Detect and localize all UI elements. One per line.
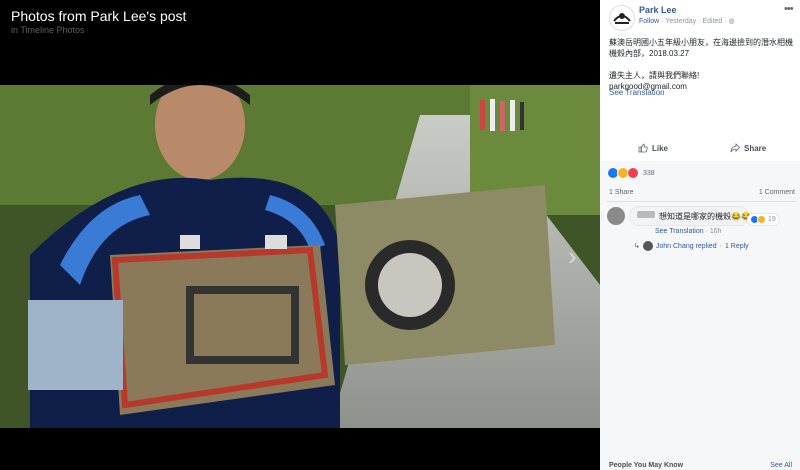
photo-illustration (0, 85, 600, 428)
share-label: Share (744, 143, 767, 153)
more-options-icon[interactable]: ••• (784, 3, 794, 15)
thumbs-up-icon (638, 143, 648, 153)
commenter-avatar[interactable] (607, 207, 625, 225)
share-icon (730, 143, 740, 153)
edited-label[interactable]: Edited (702, 18, 722, 25)
logo-icon (613, 13, 631, 24)
love-reaction-icon (627, 167, 639, 179)
post-meta: Follow · Yesterday · Edited · ◍ (639, 17, 735, 25)
chevron-right-icon[interactable]: › (568, 243, 577, 269)
replies-link[interactable]: ↳ John Chang replied · 1 Reply (634, 241, 749, 251)
post-text: 蘇澳岳明國小五年級小朋友，在海邊撿到的潛水相機機殼內部，2018.03.27 遺… (609, 38, 793, 91)
reply-author-text: John Chang replied (655, 242, 717, 250)
haha-reaction-icon (757, 215, 766, 224)
comment-meta: See Translation · 16h (655, 228, 722, 235)
comment-reaction-count: 19 (768, 216, 776, 223)
comment-time[interactable]: 16h (710, 228, 722, 235)
post-photo[interactable] (0, 85, 600, 428)
viewer-title[interactable]: Photos from Park Lee's post (11, 8, 186, 24)
like-label: Like (652, 143, 669, 153)
see-all-link[interactable]: See All (770, 462, 792, 469)
photo-viewer: Photos from Park Lee's post in Timeline … (0, 0, 600, 470)
author-avatar[interactable] (609, 5, 635, 31)
share-count[interactable]: 1 Share (609, 189, 634, 196)
meta-dot: · (719, 242, 722, 250)
reactions-summary[interactable]: 338 (607, 167, 655, 179)
comment-see-translation[interactable]: See Translation (655, 228, 704, 235)
globe-icon: ◍ (728, 18, 735, 25)
reaction-count: 338 (643, 169, 655, 177)
see-translation-link[interactable]: See Translation (609, 88, 665, 97)
divider (607, 201, 797, 202)
comment-reactions[interactable]: 19 (747, 214, 779, 225)
like-button[interactable]: Like (638, 143, 668, 153)
comment-count[interactable]: 1 Comment (759, 189, 795, 196)
comment-text: 想知道是哪家的機殼😂😂 (659, 212, 751, 221)
share-button[interactable]: Share (730, 143, 766, 153)
album-link[interactable]: in Timeline Photos (11, 25, 85, 35)
post-time[interactable]: Yesterday (665, 18, 696, 25)
author-name[interactable]: Park Lee (639, 5, 677, 15)
people-you-may-know-heading: People You May Know (609, 462, 684, 469)
reply-arrow-icon: ↳ (634, 243, 640, 250)
post-actions: Like Share (600, 139, 800, 162)
follow-link[interactable]: Follow (639, 18, 659, 25)
reply-count: 1 Reply (724, 242, 749, 250)
replier-avatar (642, 241, 653, 251)
commenter-name-blurred[interactable] (637, 211, 655, 218)
post-panel: Park Lee Follow · Yesterday · Edited · ◍… (600, 0, 800, 470)
